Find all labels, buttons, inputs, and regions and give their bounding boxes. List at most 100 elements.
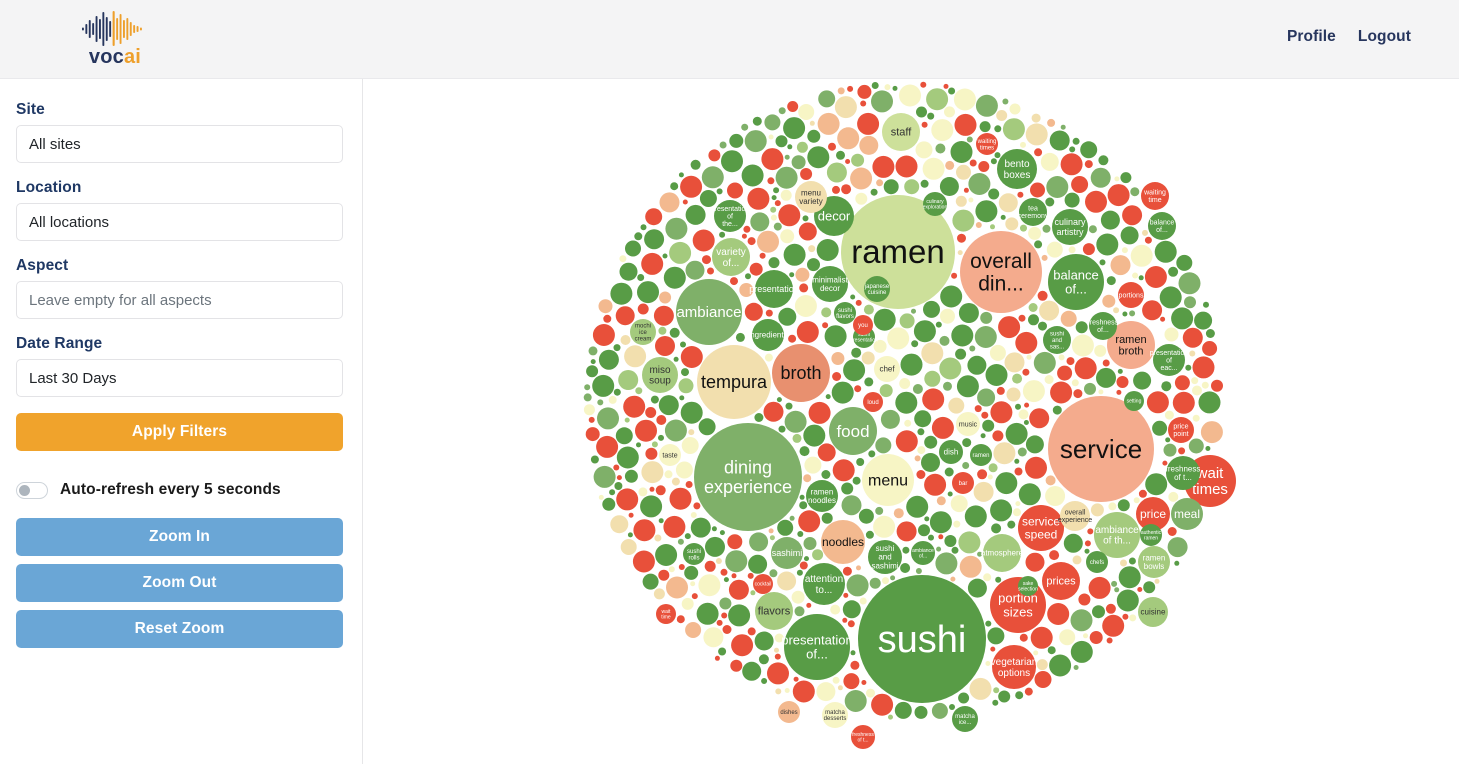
bubble-node[interactable] xyxy=(857,112,880,135)
bubble-node[interactable] xyxy=(1033,351,1056,374)
bubble-node[interactable] xyxy=(754,631,774,651)
bubble-node[interactable] xyxy=(977,388,996,407)
bubble-node-sushi-and-sas[interactable]: sushiandsas... xyxy=(1043,326,1071,354)
bubble-node[interactable] xyxy=(1088,225,1097,234)
bubble-node[interactable] xyxy=(1006,387,1021,402)
bubble-node[interactable] xyxy=(777,519,794,536)
bubble-circle[interactable] xyxy=(882,113,920,151)
bubble-node[interactable] xyxy=(1046,241,1063,258)
bubble-node[interactable] xyxy=(850,660,860,670)
bubble-node[interactable] xyxy=(798,222,817,241)
bubble-node[interactable] xyxy=(708,149,721,162)
bubble-node[interactable] xyxy=(635,387,643,395)
bubble-circle[interactable] xyxy=(960,231,1042,313)
bubble-node[interactable] xyxy=(1138,275,1144,281)
bubble-node[interactable] xyxy=(872,155,895,178)
bubble-node[interactable] xyxy=(808,245,816,253)
bubble-node[interactable] xyxy=(750,590,756,596)
bubble-node[interactable] xyxy=(894,701,912,719)
bubble-circle[interactable] xyxy=(659,444,681,466)
bubble-circle[interactable] xyxy=(1018,576,1038,596)
bubble-node[interactable] xyxy=(1082,243,1095,256)
bubble-node[interactable] xyxy=(812,549,824,561)
bubble-node-chefs[interactable]: chefs xyxy=(1086,551,1108,573)
bubble-node[interactable] xyxy=(1030,626,1053,649)
bubble-node[interactable] xyxy=(921,342,944,365)
bubble-node[interactable] xyxy=(938,534,944,540)
bubble-node-atmosphere[interactable]: atmosphere xyxy=(981,534,1024,572)
bubble-node[interactable] xyxy=(936,496,946,506)
bubble-node[interactable] xyxy=(1045,486,1066,506)
bubble-node[interactable] xyxy=(954,113,977,136)
bubble-node[interactable] xyxy=(705,536,725,557)
bubble-node[interactable] xyxy=(1004,352,1025,373)
bubble-node[interactable] xyxy=(620,539,637,555)
bubble-node[interactable] xyxy=(1080,141,1098,159)
bubble-node[interactable] xyxy=(852,476,861,485)
bubble-node[interactable] xyxy=(1084,160,1093,169)
bubble-node[interactable] xyxy=(1070,640,1093,663)
bubble-circle[interactable] xyxy=(772,344,830,402)
bubble-node[interactable] xyxy=(696,602,719,625)
bubble-node[interactable] xyxy=(666,576,688,599)
bubble-node[interactable] xyxy=(1085,190,1107,213)
bubble-node[interactable] xyxy=(1142,229,1148,236)
bubble-node[interactable] xyxy=(916,470,926,479)
bubble-node[interactable] xyxy=(911,308,916,314)
bubble-circle[interactable] xyxy=(755,592,793,630)
bubble-node[interactable] xyxy=(727,182,743,199)
bubble-node[interactable] xyxy=(917,428,925,436)
bubble-node[interactable] xyxy=(719,597,732,610)
bubble-node[interactable] xyxy=(1038,321,1047,331)
bubble-node[interactable] xyxy=(1049,654,1072,677)
bubble-circle[interactable] xyxy=(976,133,998,155)
bubble-node[interactable] xyxy=(1145,473,1168,496)
bubble-node[interactable] xyxy=(719,530,725,536)
bubble-node[interactable] xyxy=(609,489,616,496)
bubble-node[interactable] xyxy=(722,625,732,634)
bubble-circle[interactable] xyxy=(834,302,856,324)
bubble-node[interactable] xyxy=(969,677,992,700)
bubble-node[interactable] xyxy=(615,427,633,445)
aspect-bubble-pack-chart[interactable]: ramen sushi service diningexperience overall… xyxy=(364,79,1459,764)
bubble-circle[interactable] xyxy=(939,440,963,464)
bubble-node[interactable] xyxy=(719,231,726,238)
bubble-node[interactable] xyxy=(636,442,641,448)
bubble-node[interactable] xyxy=(832,459,855,482)
bubble-node[interactable] xyxy=(613,388,621,396)
bubble-node[interactable] xyxy=(602,497,616,511)
bubble-node[interactable] xyxy=(1129,614,1137,622)
bubble-node[interactable] xyxy=(951,272,958,279)
bubble-node[interactable] xyxy=(1128,557,1136,565)
bubble-node[interactable] xyxy=(699,190,717,207)
bubble-node[interactable] xyxy=(730,277,738,286)
bubble-node[interactable] xyxy=(945,160,955,170)
bubble-node[interactable] xyxy=(990,646,996,652)
bubble-node[interactable] xyxy=(1015,691,1024,700)
bubble-node[interactable] xyxy=(664,419,687,442)
bubble-node[interactable] xyxy=(882,577,889,585)
bubble-node[interactable] xyxy=(858,508,874,524)
bubble-node[interactable] xyxy=(931,119,954,142)
bubble-node-meal[interactable]: meal xyxy=(1171,498,1203,530)
bubble-node[interactable] xyxy=(869,577,881,589)
bubble-node[interactable] xyxy=(982,419,995,432)
bubble-node[interactable] xyxy=(1009,103,1021,115)
bubble-node[interactable] xyxy=(876,179,884,187)
bubble-node[interactable] xyxy=(1066,357,1075,366)
bubble-node[interactable] xyxy=(1028,314,1039,326)
bubble-node[interactable] xyxy=(804,556,809,562)
bubble-circle[interactable] xyxy=(697,345,771,419)
bubble-node[interactable] xyxy=(731,634,754,657)
bubble-node-broth[interactable]: broth xyxy=(772,344,830,402)
bubble-node[interactable] xyxy=(1071,176,1089,193)
bubble-node[interactable] xyxy=(635,419,657,442)
bubble-node[interactable] xyxy=(914,410,932,428)
bubble-node[interactable] xyxy=(1118,566,1141,589)
brand-logo[interactable]: vocai xyxy=(82,10,148,67)
bubble-node[interactable] xyxy=(836,150,845,160)
bubble-node[interactable] xyxy=(763,401,784,422)
bubble-node[interactable] xyxy=(1047,118,1056,127)
auto-refresh-toggle[interactable] xyxy=(16,481,48,499)
bubble-circle[interactable] xyxy=(1171,498,1203,530)
